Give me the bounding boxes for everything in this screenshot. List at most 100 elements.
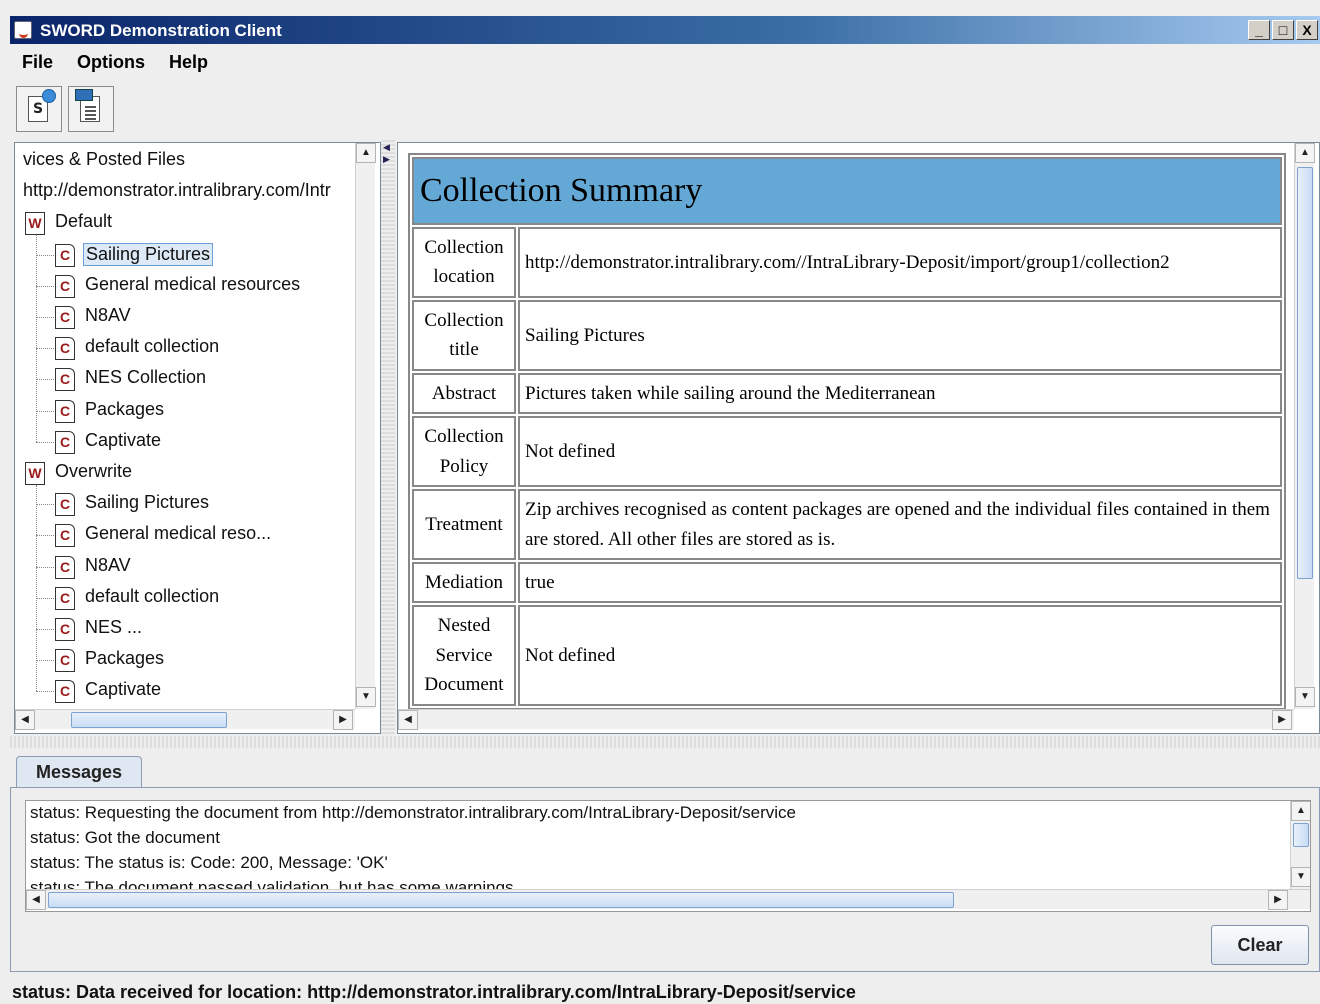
menu-options[interactable]: Options [65,48,157,76]
horizontal-splitter[interactable] [10,736,1320,748]
tree-item-label: Packages [85,648,165,669]
collapse-right-icon[interactable]: ▶ [383,154,392,165]
tree-item-label: N8AV [85,554,131,575]
summary-vertical-scrollbar[interactable]: ▲ ▼ [1294,143,1315,709]
messages-horizontal-scrollbar[interactable]: ◀ ▶ [26,889,1310,910]
tree-item-collection[interactable]: C Captivate [15,675,355,705]
summary-horizontal-scrollbar[interactable]: ◀ ▶ [398,709,1294,730]
tree-item-collection[interactable]: C N8AV [15,301,355,331]
tree-item-label: vices & Posted Files [23,149,186,169]
messages-vscroll-thumb[interactable] [1293,823,1309,847]
summary-row: Collection Policy Not defined [412,416,1282,488]
collapse-left-icon[interactable]: ◀ [383,142,392,153]
summary-value: Pictures taken while sailing around the … [518,372,1282,415]
collection-icon: C [55,680,75,704]
scroll-right-arrow-icon[interactable]: ▶ [1268,890,1288,910]
post-file-button[interactable] [68,86,114,132]
collection-icon: C [55,243,75,267]
scroll-down-arrow-icon[interactable]: ▼ [1291,867,1310,887]
tree-item-collection[interactable]: C Captivate [15,426,355,456]
menu-file[interactable]: File [10,48,65,76]
tree-horizontal-scrollbar[interactable]: ◀ ▶ [15,709,355,730]
tree-item-collection[interactable]: C NES ... [15,613,355,643]
scroll-right-arrow-icon[interactable]: ▶ [1272,710,1292,730]
scroll-down-arrow-icon[interactable]: ▼ [1295,687,1315,707]
tree-item-collection[interactable]: C N8AV [15,551,355,581]
services-tree-panel: vices & Posted Files http://demonstrator.… [14,142,381,734]
tree-header[interactable]: vices & Posted Files [15,145,355,175]
tree-item-label: http://demonstrator.intralibrary.com/Int… [23,180,331,201]
collection-summary-table: Collection Summary Collection location ht… [408,153,1286,710]
summary-key: Nested Service Document [412,605,516,706]
summary-value: Not defined [518,605,1282,706]
collection-icon: C [55,368,75,392]
tree-item-label: Default [55,211,113,232]
minimize-button[interactable]: _ [1248,20,1270,40]
summary-value: Sailing Pictures [518,299,1282,371]
tree-item-service-root[interactable]: http://demonstrator.intralibrary.com/Int… [15,176,355,206]
tree-item-collection[interactable]: C Packages [15,395,355,425]
title-bar[interactable]: SWORD Demonstration Client _ □ X [10,16,1320,44]
tree-item-collection[interactable]: C Packages [15,644,355,674]
tree-hscroll-thumb[interactable] [71,712,227,728]
summary-row: Nested Service Document Not defined [412,605,1282,706]
window-controls: _ □ X [1248,20,1318,40]
service-document-icon: S [28,89,56,122]
window-title: SWORD Demonstration Client [40,21,282,40]
tree-item-label: Sailing Pictures [85,492,210,513]
service-document-button[interactable]: S [16,86,62,132]
scroll-left-arrow-icon[interactable]: ◀ [15,710,35,730]
tree-item-collection[interactable]: C General medical resources [15,270,355,300]
messages-hscroll-thumb[interactable] [48,892,954,908]
collection-icon: C [55,337,75,361]
messages-text-area[interactable]: status: The document passed validation, … [25,800,1311,912]
summary-value: Zip archives recognised as content packa… [518,489,1282,560]
scroll-up-arrow-icon[interactable]: ▲ [1291,801,1310,821]
collection-icon: C [55,274,75,298]
collection-icon: C [55,555,75,579]
collection-icon: C [55,430,75,454]
vertical-splitter[interactable]: ◀ ▶ [381,140,395,736]
collection-icon: C [55,306,75,329]
scroll-up-arrow-icon[interactable]: ▲ [1295,143,1315,163]
tree-item-workspace-overwrite[interactable]: W Overwrite [15,457,355,487]
scroll-left-arrow-icon[interactable]: ◀ [26,890,46,910]
summary-row: Mediation true [412,561,1282,604]
tree-item-collection[interactable]: C General medical reso... [15,519,355,549]
clear-button[interactable]: Clear [1211,925,1309,965]
maximize-button[interactable]: □ [1272,20,1294,40]
tree-item-label: NES Collection [85,367,207,388]
message-line: status: Got the document [30,828,220,847]
tree-vertical-scrollbar[interactable]: ▲ ▼ [355,143,376,709]
tree-item-label: General medical resources [85,273,301,294]
close-button[interactable]: X [1296,20,1318,40]
tree-item-collection[interactable]: Cdefault collection [15,332,355,362]
tree-item-label: Sailing Pictures [83,242,214,266]
document-icon [75,89,100,122]
summary-key: Collection location [412,227,516,298]
tree-item-collection[interactable]: C Sailing Pictures [15,239,355,269]
scroll-up-arrow-icon[interactable]: ▲ [356,143,376,163]
services-tree: vices & Posted Files http://demonstrator.… [15,143,355,709]
tree-item-label: Captivate [85,679,162,700]
message-line: status: Requesting the document from htt… [30,803,796,822]
workspace-icon: W [25,212,45,236]
scroll-down-arrow-icon[interactable]: ▼ [356,687,376,707]
tree-item-collection[interactable]: C Sailing Pictures [15,488,355,518]
summary-key: Treatment [412,489,516,560]
scroll-left-arrow-icon[interactable]: ◀ [398,710,418,730]
main-window: SWORD Demonstration Client _ □ X File Op… [0,0,1320,1004]
tree-item-label: General medical reso... [85,523,272,544]
tab-messages[interactable]: Messages [16,756,142,788]
message-line: status: The status is: Code: 200, Messag… [30,853,388,872]
tree-item-label: Captivate [85,429,162,450]
tree-item-workspace-default[interactable]: W Default [15,207,355,237]
menu-help[interactable]: Help [157,48,220,76]
tree-item-label: N8AV [85,305,131,325]
summary-row: Collection title Sailing Pictures [412,299,1282,371]
tree-item-collection[interactable]: Cdefault collection [15,582,355,612]
summary-vscroll-thumb[interactable] [1297,167,1313,579]
scroll-right-arrow-icon[interactable]: ▶ [333,710,353,730]
tree-item-collection[interactable]: C NES Collection [15,363,355,393]
messages-vertical-scrollbar[interactable]: ▲ ▼ [1290,801,1310,889]
